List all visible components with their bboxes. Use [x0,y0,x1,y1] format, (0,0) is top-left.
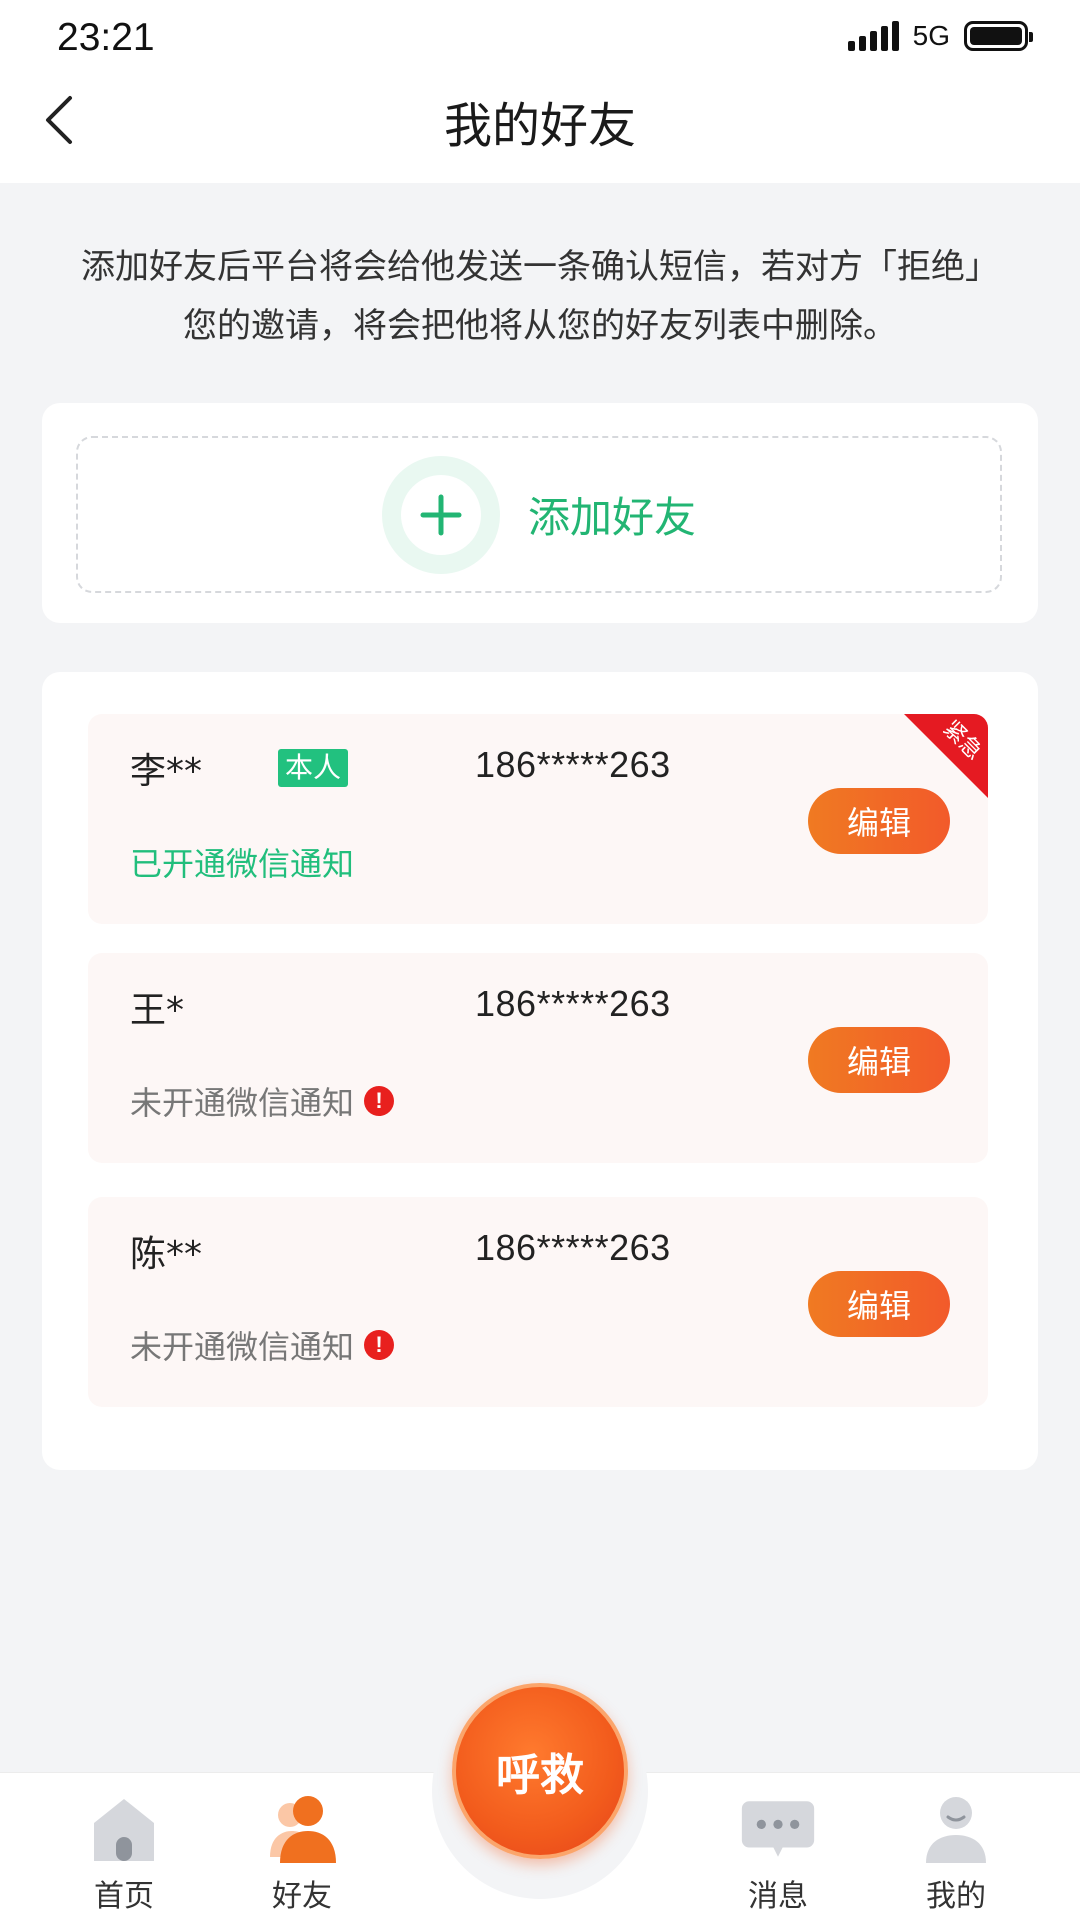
friend-name: 王* [130,990,185,1031]
friend-item: 王* 186*****263 未开通微信通知 ! 编辑 [88,953,988,1163]
edit-button[interactable]: 编辑 [808,1271,950,1337]
nav-label-messages: 消息 [748,1879,808,1914]
friend-list: 李** 本人 186*****263 已开通微信通知 编辑 紧急 王* 186*… [42,672,1038,1470]
wechat-status: 未开通微信通知 ! [130,1322,395,1368]
friend-phone: 186*****263 [475,1227,671,1268]
nav-item-me[interactable]: 我的 [896,1791,1016,1915]
signal-icon [847,21,899,51]
add-friend-button[interactable]: 添加好友 [76,436,1002,593]
friend-name: 陈** [130,1234,203,1275]
warning-icon[interactable]: ! [364,1086,395,1116]
nav-label-friends: 好友 [272,1879,332,1914]
status-time: 23:21 [57,16,155,59]
nav-item-messages[interactable]: 消息 [718,1791,838,1915]
wechat-status-text: 未开通微信通知 [130,1084,355,1122]
wechat-status: 已开通微信通知 [130,839,354,885]
warning-icon[interactable]: ! [364,1330,395,1360]
network-type: 5G [912,20,950,51]
message-icon [740,1791,816,1867]
nav-label-home: 首页 [94,1879,154,1914]
wechat-status: 未开通微信通知 ! [130,1078,395,1124]
friend-phone: 186*****263 [475,983,671,1024]
nav-item-home[interactable]: 首页 [64,1791,184,1915]
plus-icon-ring [381,455,500,574]
sos-button[interactable]: 呼救 [452,1683,628,1859]
profile-icon [918,1791,994,1867]
page-title: 我的好友 [443,98,636,154]
edit-button[interactable]: 编辑 [808,1027,950,1093]
battery-icon [964,21,1033,51]
wechat-status-text: 已开通微信通知 [130,845,355,883]
home-icon [86,1791,162,1867]
wechat-status-text: 未开通微信通知 [130,1328,355,1366]
notice-text: 添加好友后平台将会给他发送一条确认短信，若对方「拒绝」您的邀请，将会把他将从您的… [81,247,999,346]
header-bar: 23:21 5G 我的好友 [0,0,1080,183]
friends-icon [264,1791,340,1867]
urgent-tag: 紧急 [904,714,988,798]
friend-phone: 186*****263 [475,744,671,785]
self-badge: 本人 [278,749,349,787]
nav-item-friends[interactable]: 好友 [242,1791,362,1915]
plus-icon [420,494,462,535]
add-friend-card: 添加好友 [42,403,1038,623]
status-indicators: 5G [847,20,1033,52]
friend-item: 陈** 186*****263 未开通微信通知 ! 编辑 [88,1197,988,1407]
nav-label-me: 我的 [926,1879,986,1914]
friend-name: 李** [130,751,203,792]
add-friend-label: 添加好友 [527,493,696,542]
friend-item: 李** 本人 186*****263 已开通微信通知 编辑 紧急 [88,714,988,924]
